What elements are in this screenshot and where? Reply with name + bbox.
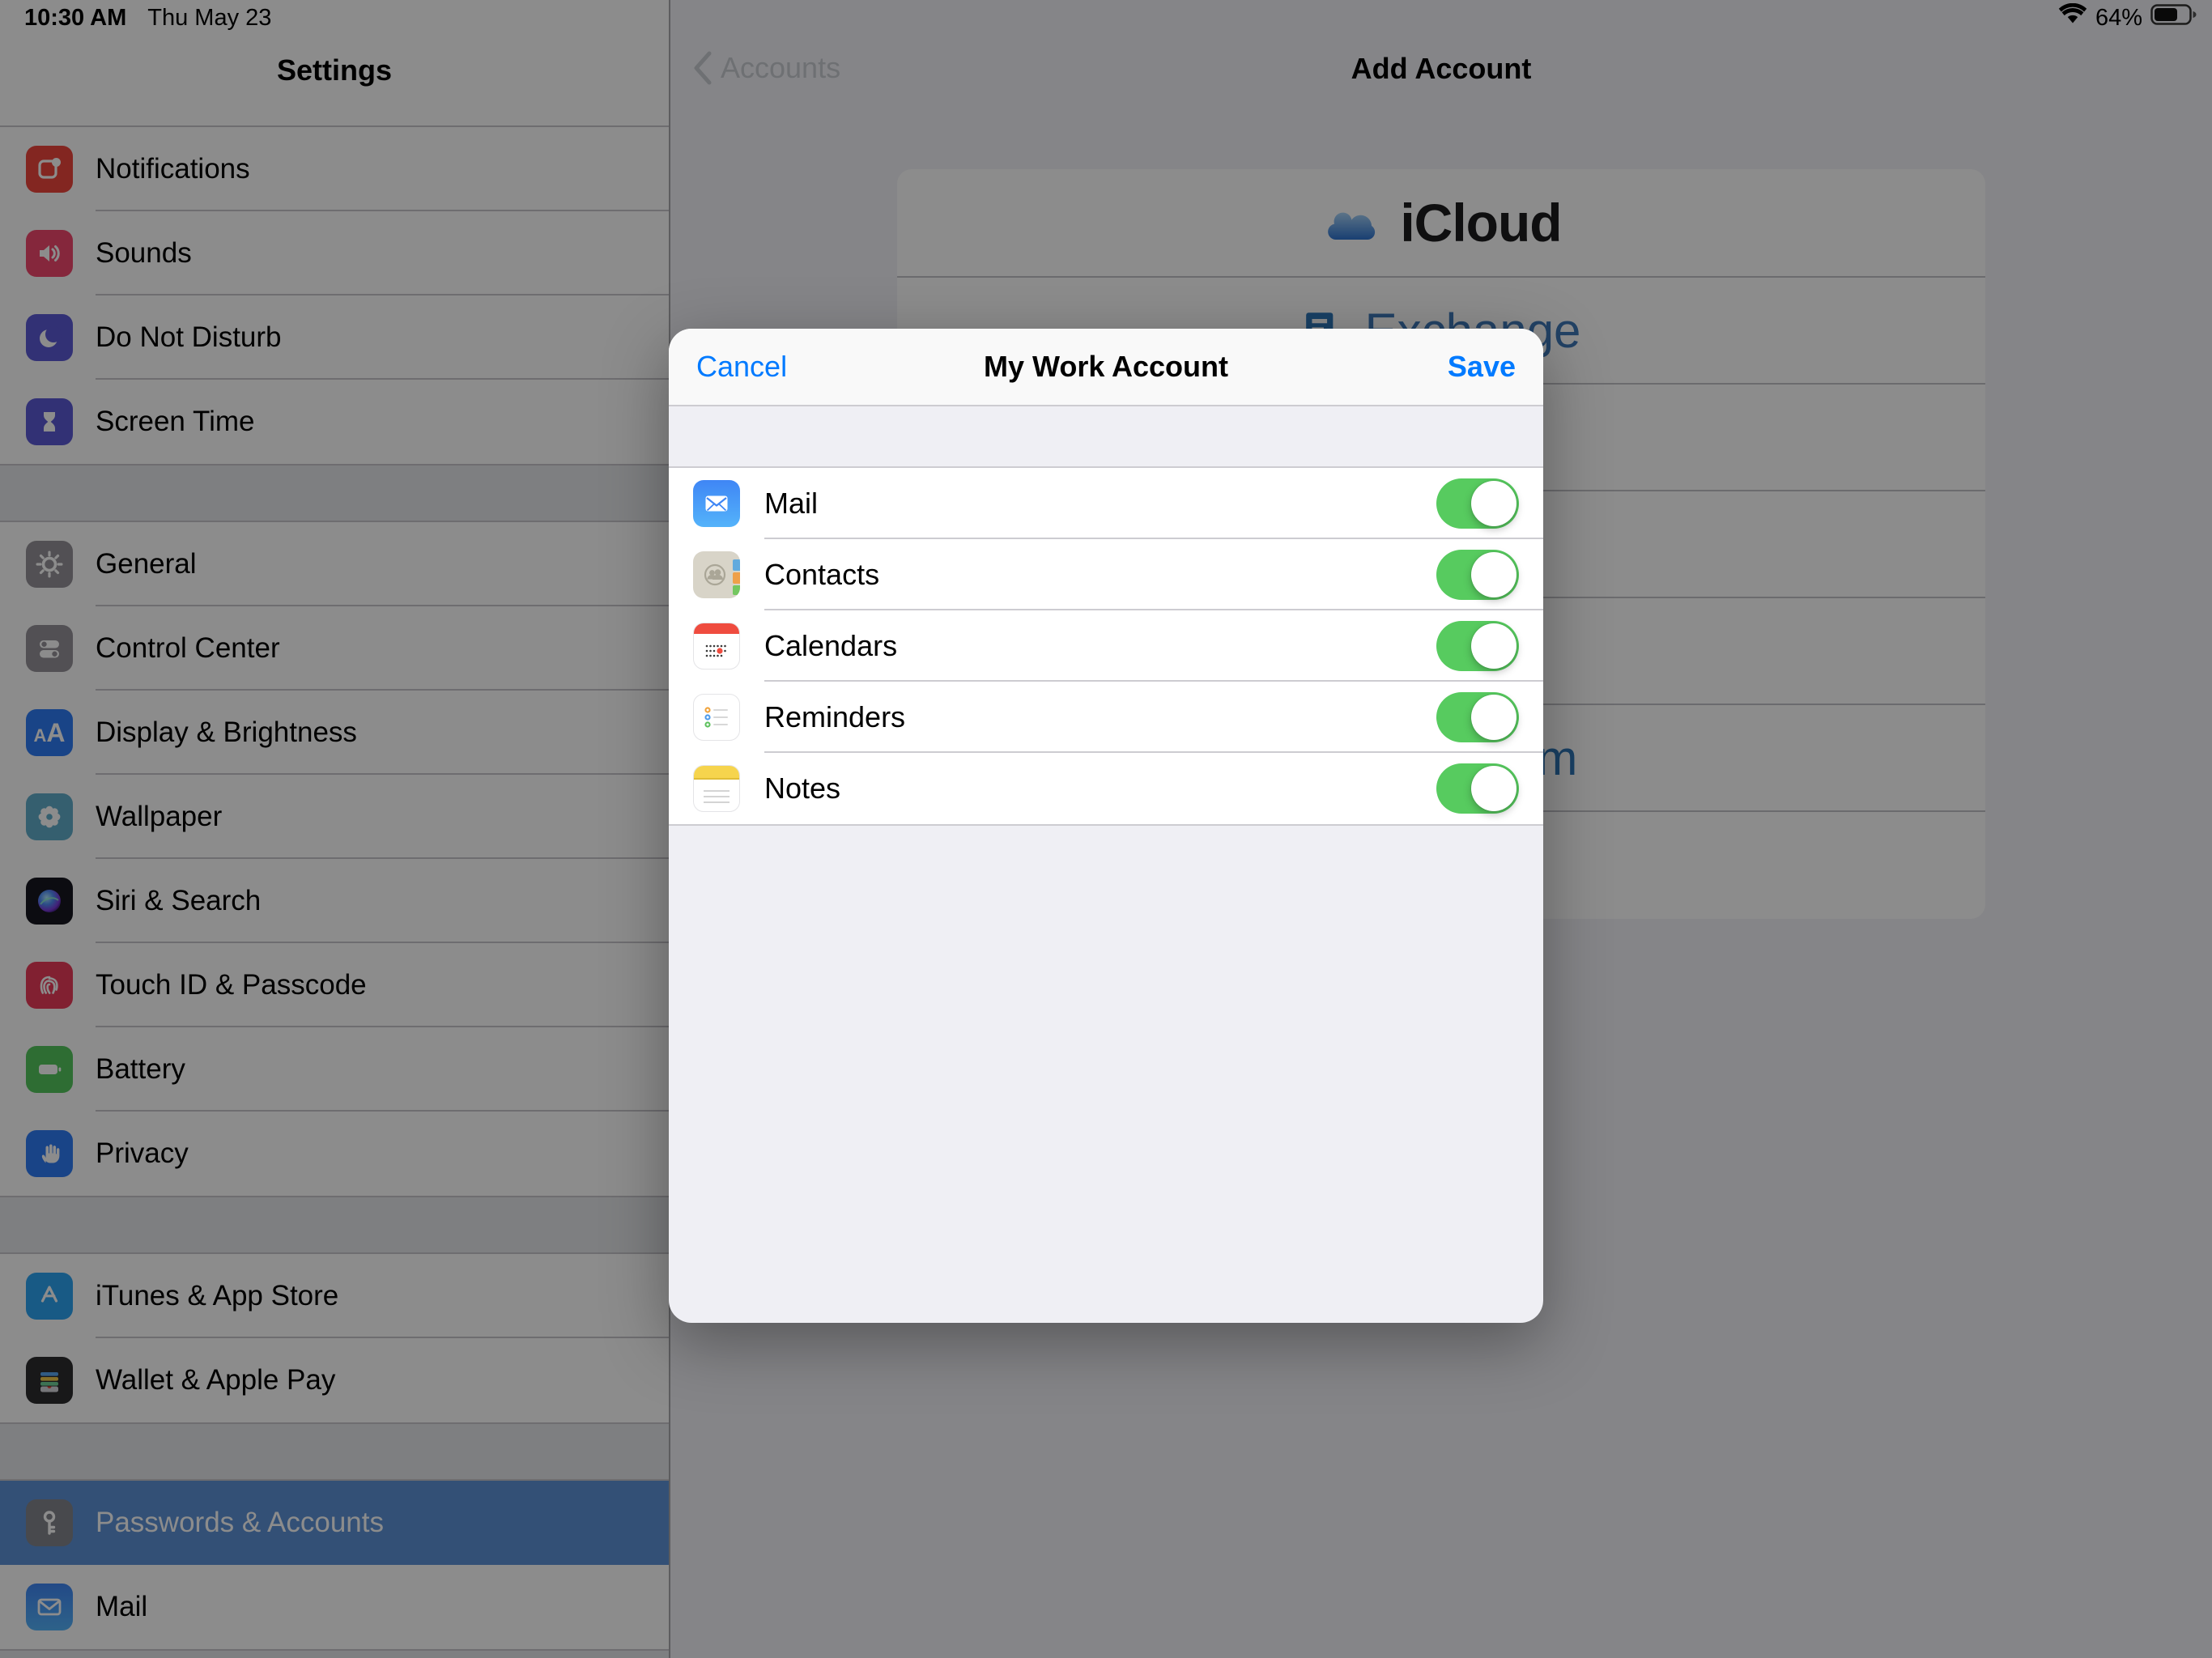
modal-toggle-list: Mail Contacts Calendars (669, 466, 1543, 826)
mail-icon (693, 480, 740, 527)
contacts-toggle[interactable] (1436, 550, 1519, 600)
modal-row-notes: Notes (669, 753, 1543, 824)
toggle-knob (1471, 623, 1516, 669)
toggle-knob (1471, 766, 1516, 811)
modal-row-label: Contacts (764, 558, 879, 592)
modal-spacer (669, 406, 1543, 466)
save-button[interactable]: Save (1448, 350, 1516, 384)
modal-row-label: Notes (764, 772, 840, 806)
reminders-toggle[interactable] (1436, 692, 1519, 742)
modal-row-label: Mail (764, 487, 818, 521)
toggle-knob (1471, 552, 1516, 597)
notes-toggle[interactable] (1436, 763, 1519, 814)
toggle-knob (1471, 695, 1516, 740)
calendars-toggle[interactable] (1436, 621, 1519, 671)
modal-row-label: Reminders (764, 700, 905, 734)
contacts-tab (733, 585, 740, 595)
modal-row-calendars: Calendars (669, 610, 1543, 682)
contacts-icon (693, 551, 740, 598)
modal-title: My Work Account (669, 350, 1543, 384)
my-work-account-modal: Cancel My Work Account Save Mail C (669, 329, 1543, 1323)
modal-row-contacts: Contacts (669, 539, 1543, 610)
reminders-icon (693, 694, 740, 741)
contacts-tab (733, 559, 740, 571)
calendars-icon (693, 623, 740, 670)
toggle-knob (1471, 481, 1516, 526)
modal-header: Cancel My Work Account Save (669, 329, 1543, 406)
calendar-red-band (694, 623, 739, 634)
notes-yellow-band (694, 766, 739, 780)
modal-row-label: Calendars (764, 629, 897, 663)
notes-icon (693, 765, 740, 812)
contacts-tab (733, 572, 740, 584)
modal-row-mail: Mail (669, 468, 1543, 539)
modal-row-reminders: Reminders (669, 682, 1543, 753)
ipad-settings-screen: 10:30 AM Thu May 23 64% Settings Notific… (0, 0, 2212, 1658)
mail-toggle[interactable] (1436, 478, 1519, 529)
